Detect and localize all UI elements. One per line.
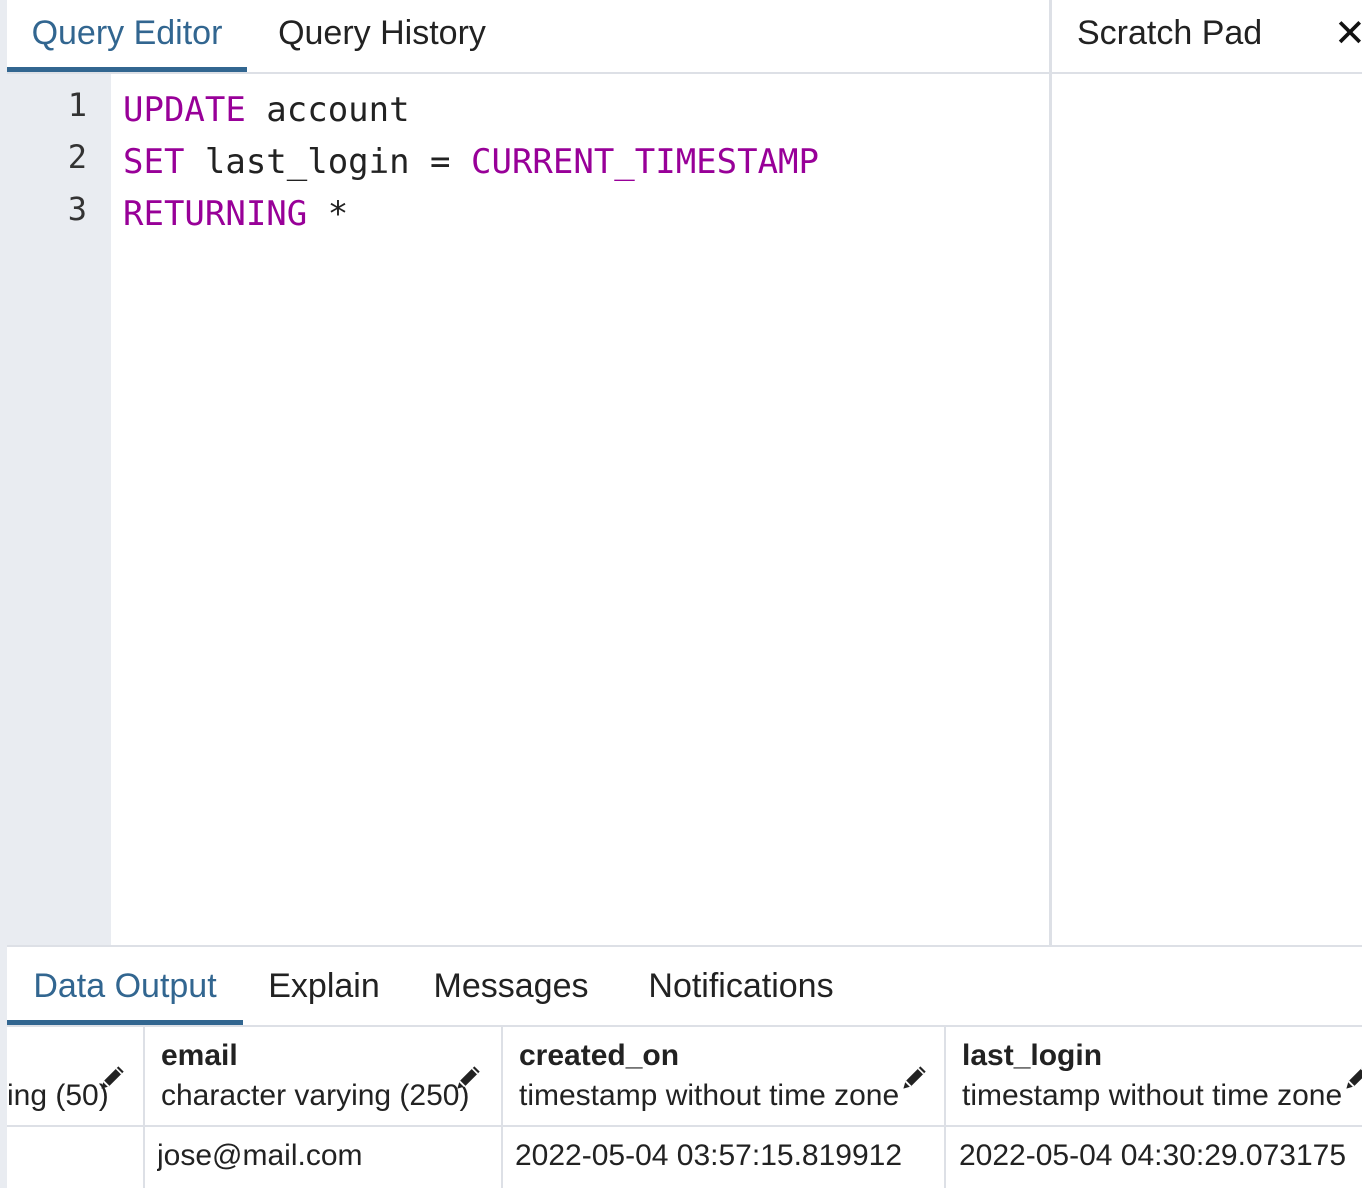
grid-cell[interactable] xyxy=(7,1127,143,1188)
code-line: SET last_login = CURRENT_TIMESTAMP xyxy=(123,136,819,188)
sql-identifier: account xyxy=(245,90,410,130)
column-type: timestamp without time zone xyxy=(519,1079,900,1112)
tab-query-history[interactable]: Query History xyxy=(247,0,517,72)
tab-query-editor[interactable]: Query Editor xyxy=(7,0,247,72)
code-line: UPDATE account xyxy=(123,84,410,136)
pencil-icon[interactable] xyxy=(95,1061,129,1095)
close-icon[interactable]: ✕ xyxy=(1334,14,1362,54)
column-name: last_login xyxy=(962,1039,1103,1072)
data-output-grid: ing (50) email character varying (250) c… xyxy=(7,1027,1362,1188)
sql-keyword: SET xyxy=(123,142,185,182)
line-number-gutter: 1 2 3 xyxy=(7,74,111,945)
left-edge-strip xyxy=(0,0,7,1188)
grid-cell-email[interactable]: jose@mail.com xyxy=(157,1127,497,1188)
pencil-icon[interactable] xyxy=(451,1061,485,1095)
column-header-email[interactable]: email character varying (250) xyxy=(145,1027,501,1125)
scratch-pad-header: Scratch Pad ✕ xyxy=(1052,0,1362,74)
sql-identifier: last_login = xyxy=(184,142,471,182)
sql-editor[interactable]: 1 2 3 UPDATE account SET last_login = CU… xyxy=(7,74,1049,945)
tab-notifications[interactable]: Notifications xyxy=(629,947,853,1025)
column-name: created_on xyxy=(519,1039,680,1072)
column-header-created-on[interactable]: created_on timestamp without time zone xyxy=(503,1027,944,1125)
sql-keyword: CURRENT_TIMESTAMP xyxy=(471,142,819,182)
line-number: 1 xyxy=(67,86,87,124)
column-header-last-login[interactable]: last_login timestamp without time zone xyxy=(946,1027,1362,1125)
code-line: RETURNING * xyxy=(123,188,348,240)
column-header[interactable]: ing (50) xyxy=(7,1027,143,1125)
line-number: 2 xyxy=(67,138,87,176)
scratch-pad-title: Scratch Pad xyxy=(1077,14,1263,52)
output-tab-bar: Data Output Explain Messages Notificatio… xyxy=(7,947,1362,1027)
column-type: timestamp without time zone xyxy=(962,1079,1343,1112)
sql-identifier: * xyxy=(307,194,349,234)
column-type: ing (50) xyxy=(7,1079,109,1112)
sql-keyword: RETURNING xyxy=(123,194,308,234)
pencil-icon[interactable] xyxy=(897,1061,931,1095)
tab-messages[interactable]: Messages xyxy=(419,947,603,1025)
grid-cell-created-on[interactable]: 2022-05-04 03:57:15.819912 xyxy=(515,1127,940,1188)
line-number: 3 xyxy=(67,190,87,228)
sql-keyword: UPDATE xyxy=(123,90,246,130)
grid-cell-last-login[interactable]: 2022-05-04 04:30:29.073175 xyxy=(959,1127,1362,1188)
tab-explain[interactable]: Explain xyxy=(255,947,393,1025)
column-name: email xyxy=(161,1039,238,1072)
panel-splitter-vertical[interactable] xyxy=(1049,0,1052,946)
column-type: character varying (250) xyxy=(161,1079,470,1112)
pencil-icon[interactable] xyxy=(1340,1061,1362,1095)
tab-data-output[interactable]: Data Output xyxy=(7,947,243,1025)
query-tab-bar: Query Editor Query History xyxy=(7,0,1050,74)
